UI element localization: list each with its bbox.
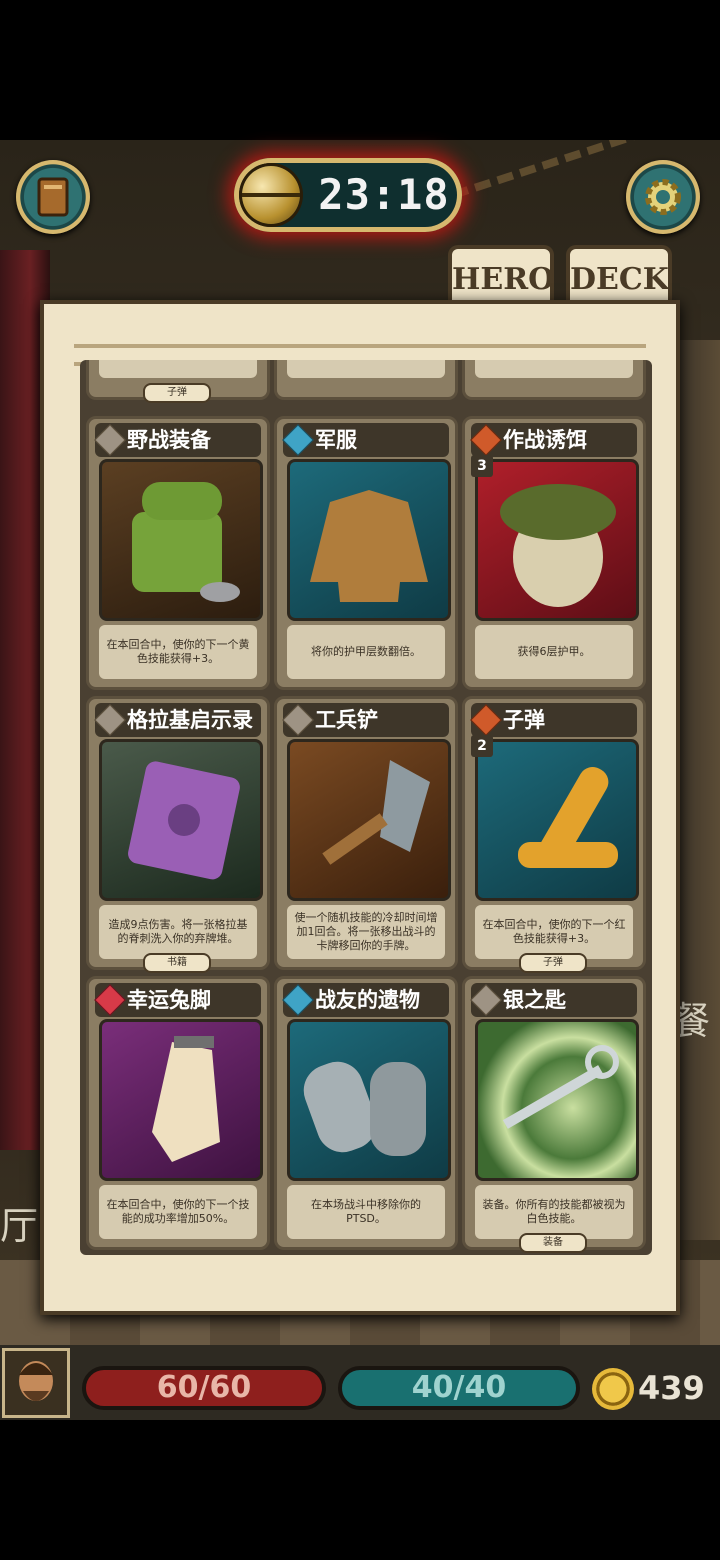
card-tag: 装备: [519, 1233, 587, 1253]
card-title: 军服: [315, 428, 357, 452]
hero-portrait-icon: [19, 1361, 53, 1401]
card-description: 在本场战斗中移除你的PTSD。: [287, 1185, 445, 1239]
card-uniform[interactable]: 军服 将你的护甲层数翻倍。: [274, 416, 458, 690]
shovel-art: [287, 739, 451, 901]
book-art: [99, 739, 263, 901]
turn-timer: 23:18: [234, 158, 462, 232]
card-description: 在本回合中，使你的下一个技能的成功率增加50%。: [99, 1185, 257, 1239]
timer-text: 23:18: [318, 170, 450, 219]
card-shovel[interactable]: 工兵铲 使一个随机技能的冷却时间增加1回合。将一张移出战斗的卡牌移回你的手牌。: [274, 696, 458, 970]
coin-icon: [592, 1368, 634, 1410]
card-description: 使一个随机技能的冷却时间增加1回合。将一张移出战斗的卡牌移回你的手牌。: [287, 905, 445, 959]
partial-card: 子弹: [86, 360, 270, 403]
card-field-gear[interactable]: 野战装备 在本回合中，使你的下一个黄色技能获得+3。: [86, 416, 270, 690]
card-bullets[interactable]: 2 子弹 在本回合中，使你的下一个红色技能获得+3。 子弹: [462, 696, 646, 973]
sanity-bar: 40/40: [338, 1366, 580, 1410]
card-silver-key[interactable]: 银之匙 装备。你所有的技能都被视为白色技能。 装备: [462, 976, 646, 1253]
timer-orb-icon: [242, 166, 300, 224]
card-title: 作战诱饵: [503, 428, 587, 452]
card-level: 2: [471, 735, 493, 757]
gold-count: 439: [638, 1369, 705, 1407]
card-title: 幸运兔脚: [127, 988, 211, 1012]
card-level: 3: [471, 455, 493, 477]
card-tag: 子弹: [143, 383, 211, 403]
card-tag: 子弹: [519, 953, 587, 973]
bullets-art: [475, 739, 639, 901]
gear-icon: [645, 179, 681, 215]
journal-button[interactable]: [16, 160, 90, 234]
card-title: 工兵铲: [315, 708, 378, 732]
card-description: 在本回合中，使你的下一个红色技能获得+3。: [475, 905, 633, 959]
card-title: 银之匙: [503, 988, 566, 1012]
card-tag: 书籍: [143, 953, 211, 973]
card-title: 格拉基启示录: [127, 708, 253, 732]
key-art: [475, 1019, 639, 1181]
card-glaaki[interactable]: 格拉基启示录 造成9点伤害。将一张格拉基的脊刺洗入你的弃牌堆。 书籍: [86, 696, 270, 973]
journal-icon: [37, 177, 69, 217]
dog-tags-art: [287, 1019, 451, 1181]
rabbit-foot-art: [99, 1019, 263, 1181]
backpack-art: [99, 459, 263, 621]
card-title: 战友的遗物: [315, 988, 420, 1012]
decoy-art: [475, 459, 639, 621]
jacket-art: [287, 459, 451, 621]
card-description: 在本回合中，使你的下一个黄色技能获得+3。: [99, 625, 257, 679]
card-title: 野战装备: [127, 428, 211, 452]
card-dog-tags[interactable]: 战友的遗物 在本场战斗中移除你的PTSD。: [274, 976, 458, 1250]
card-description: 造成9点伤害。将一张格拉基的脊刺洗入你的弃牌堆。: [99, 905, 257, 959]
card-grid[interactable]: 子弹 野战装备 在本回合中，使你的下一个黄色技能获得+3。 军服 将你的护甲层数…: [80, 360, 652, 1255]
settings-button[interactable]: [626, 160, 700, 234]
partial-card: [274, 360, 458, 400]
hero-avatar[interactable]: [2, 1348, 70, 1418]
card-decoy[interactable]: 3 作战诱饵 获得6层护甲。: [462, 416, 646, 690]
card-description: 获得6层护甲。: [475, 625, 633, 679]
health-bar: 60/60: [82, 1366, 326, 1410]
card-rabbit-foot[interactable]: 幸运兔脚 在本回合中，使你的下一个技能的成功率增加50%。: [86, 976, 270, 1250]
background-sign-left: 厅: [0, 1204, 39, 1248]
partial-card: [462, 360, 646, 400]
card-description: 将你的护甲层数翻倍。: [287, 625, 445, 679]
card-title: 子弹: [503, 708, 545, 732]
card-description: 装备。你所有的技能都被视为白色技能。: [475, 1185, 633, 1239]
